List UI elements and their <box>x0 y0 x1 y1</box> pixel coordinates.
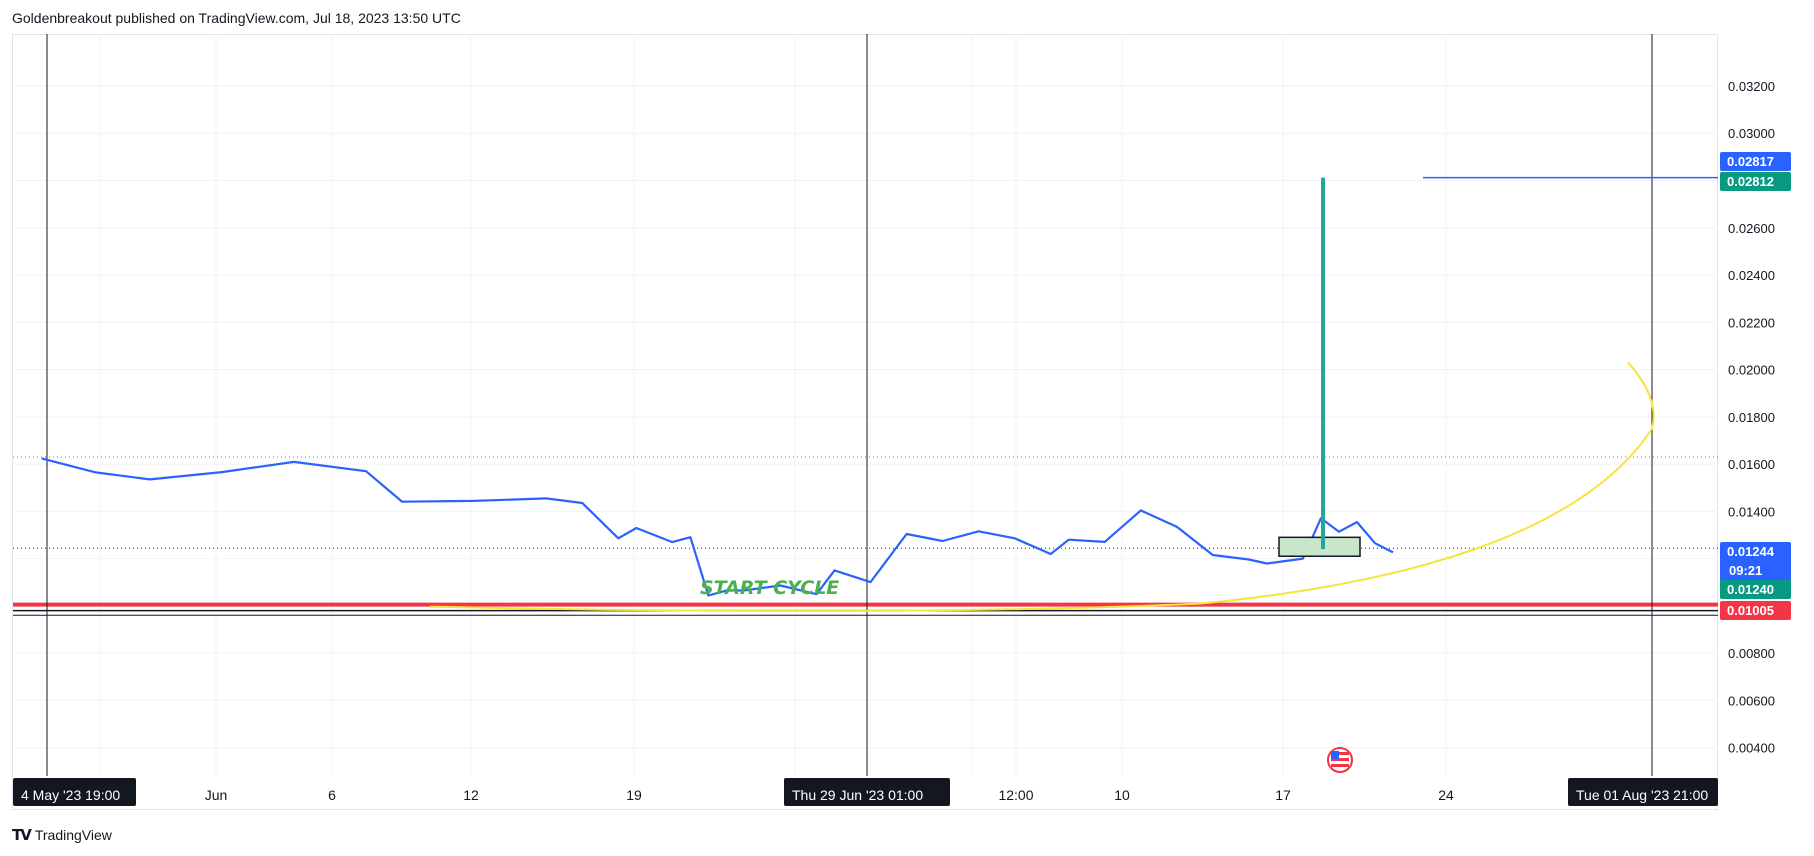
x-tick-label: 24 <box>1438 787 1454 803</box>
countdown-label: 09:21 <box>1729 563 1762 578</box>
tradingview-name: TradingView <box>34 827 112 843</box>
price-series-line[interactable] <box>41 457 1394 597</box>
x-tick-label: 19 <box>626 787 642 803</box>
y-tick-label: 0.02000 <box>1728 363 1775 378</box>
x-highlight-label: Thu 29 Jun '23 01:00 <box>792 787 923 803</box>
y-tick-label: 0.00400 <box>1728 741 1775 756</box>
grid-lines <box>13 34 1718 776</box>
y-tick-label: 0.02400 <box>1728 268 1775 283</box>
x-tick-label: 17 <box>1275 787 1291 803</box>
cycle-curve[interactable] <box>429 361 1655 613</box>
price-tag-label: 0.01005 <box>1727 603 1774 618</box>
vertical-lines <box>46 34 1653 776</box>
price-chart[interactable]: START CYCLE 0.03200 0.03000 0.02600 0.02400… <box>0 0 1814 856</box>
horizontal-levels <box>13 456 1718 616</box>
y-tick-label: 0.03000 <box>1728 126 1775 141</box>
x-axis[interactable]: Jun 6 12 19 12:00 10 17 24 4 May '23 19:00 Thu 29… <box>13 778 1718 806</box>
us-flag-icon[interactable] <box>1327 747 1353 773</box>
x-tick-label: 6 <box>328 787 336 803</box>
start-cycle-annotation: START CYCLE <box>700 577 839 599</box>
price-tag-label: 0.01240 <box>1727 582 1774 597</box>
price-tag-label: 0.02812 <box>1727 174 1774 189</box>
x-highlight-label: Tue 01 Aug '23 21:00 <box>1576 787 1708 803</box>
y-tick-label: 0.01400 <box>1728 504 1775 519</box>
y-tick-label: 0.03200 <box>1728 79 1775 94</box>
y-tick-label: 0.00800 <box>1728 646 1775 661</box>
current-range-box[interactable] <box>1278 536 1361 557</box>
y-tick-label: 0.01600 <box>1728 457 1775 472</box>
x-tick-label: Jun <box>205 787 228 803</box>
x-highlight-label: 4 May '23 19:00 <box>21 787 120 803</box>
x-tick-label: 12:00 <box>998 787 1033 803</box>
y-tick-label: 0.02600 <box>1728 221 1775 236</box>
y-tick-label: 0.02200 <box>1728 315 1775 330</box>
tradingview-brand[interactable]: TV TradingView <box>12 826 112 844</box>
tradingview-logo-icon: TV <box>12 826 32 844</box>
price-tag-label: 0.01244 <box>1727 544 1775 559</box>
x-tick-label: 12 <box>463 787 479 803</box>
y-tick-label: 0.00600 <box>1728 693 1775 708</box>
x-tick-label: 10 <box>1114 787 1130 803</box>
price-tag-label: 0.02817 <box>1727 154 1774 169</box>
y-tick-label: 0.01800 <box>1728 410 1775 425</box>
